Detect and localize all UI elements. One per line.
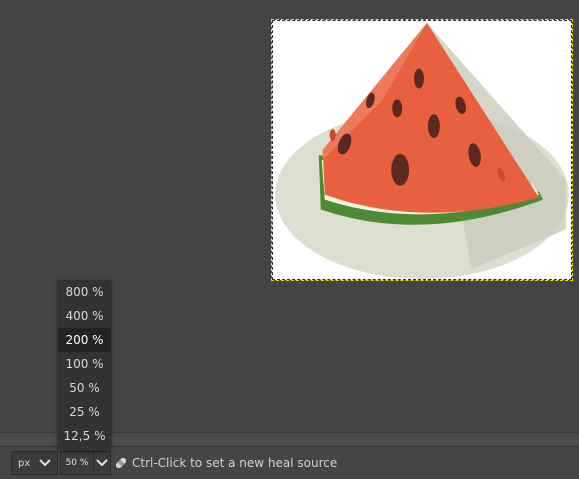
zoom-option-100[interactable]: 100 %: [58, 352, 111, 376]
zoom-option-25[interactable]: 25 %: [58, 400, 111, 424]
zoom-option-50[interactable]: 50 %: [58, 376, 111, 400]
zoom-option-400[interactable]: 400 %: [58, 304, 111, 328]
chevron-down-icon: [39, 459, 51, 467]
unit-selector[interactable]: px: [11, 451, 58, 475]
zoom-option-12-5[interactable]: 12,5 %: [58, 424, 111, 448]
status-message-text: Ctrl-Click to set a new heal source: [132, 456, 338, 470]
image-frame[interactable]: [271, 19, 573, 281]
chevron-down-icon: [96, 459, 108, 467]
zoom-input[interactable]: 50 %: [60, 451, 94, 475]
unit-label: px: [18, 457, 31, 469]
zoom-option-200[interactable]: 200 %: [58, 328, 111, 352]
heal-bandage-icon: [115, 457, 127, 469]
watermelon-image: [275, 22, 569, 279]
zoom-dropdown-menu: 800 % 400 % 200 % 100 % 50 % 25 % 12,5 %: [58, 280, 111, 450]
zoom-menu-toggle[interactable]: [93, 451, 111, 475]
zoom-option-800[interactable]: 800 %: [58, 280, 111, 304]
status-message: Ctrl-Click to set a new heal source: [114, 451, 337, 475]
